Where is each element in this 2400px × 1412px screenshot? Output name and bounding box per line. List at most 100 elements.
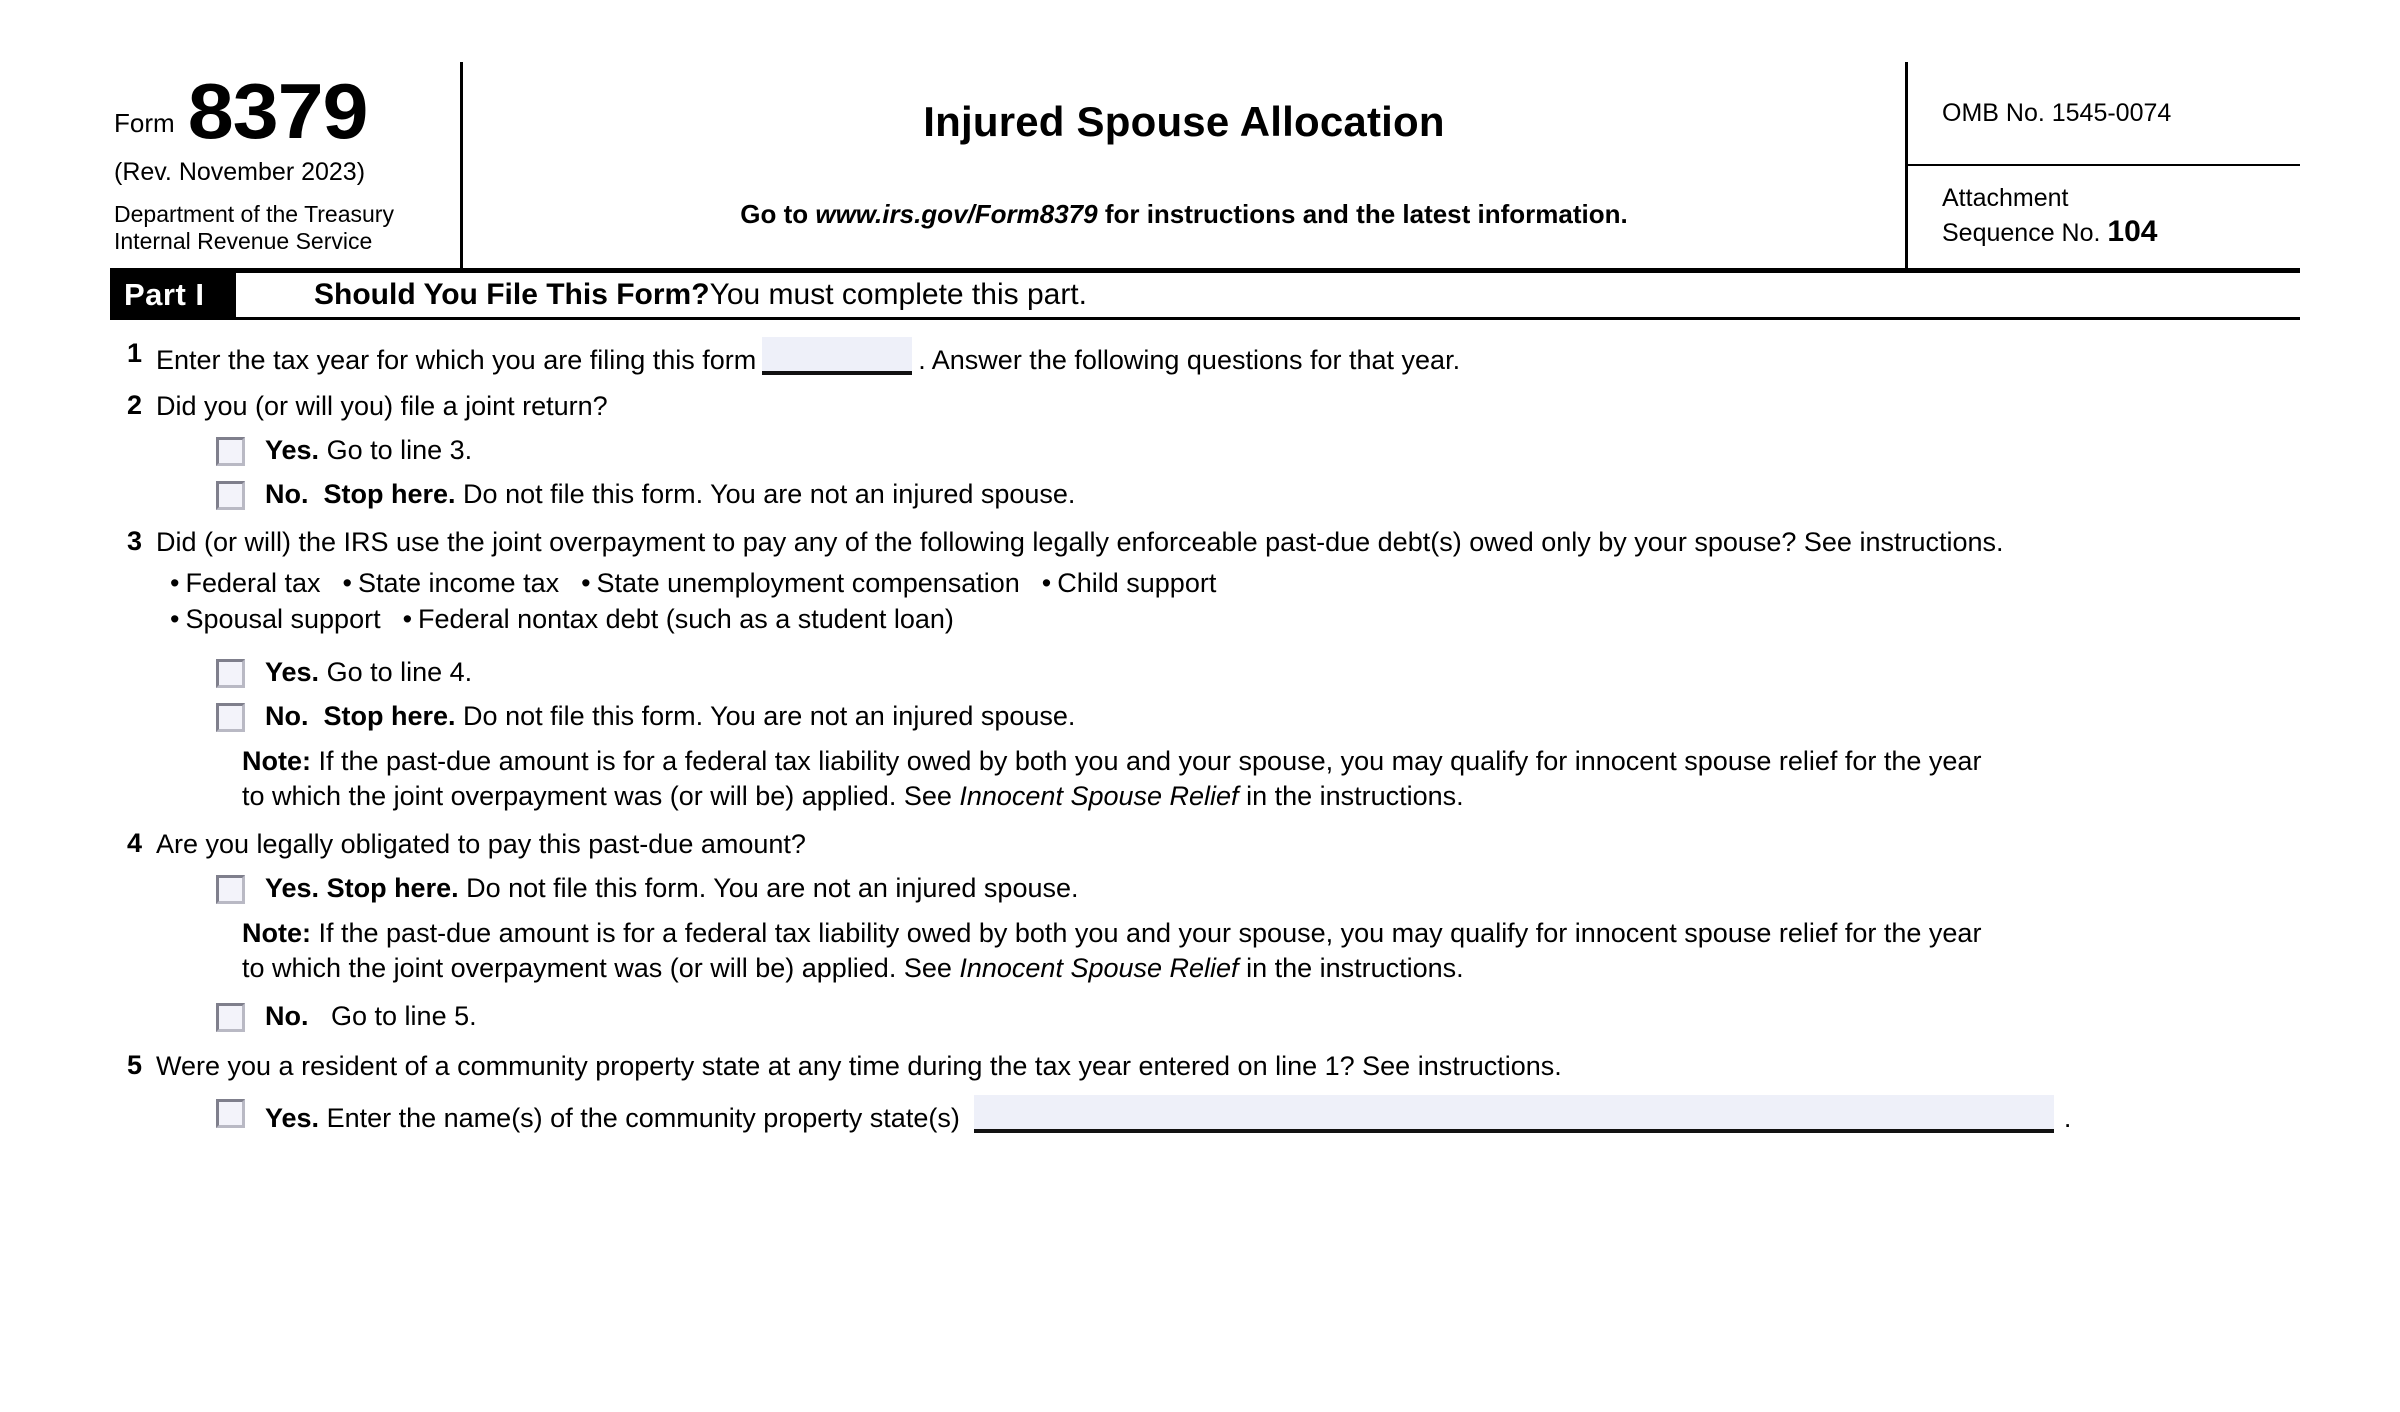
- line-3-yes-bold: Yes.: [265, 656, 320, 687]
- line-3-body: Did (or will) the IRS use the joint over…: [156, 524, 2300, 814]
- bullet-dot-icon: •: [170, 568, 180, 599]
- line-5-trailing-period: .: [2063, 1102, 2072, 1133]
- line-4-note-part-2: in the instructions.: [1238, 953, 1464, 984]
- line-3-no-rest: Do not file this form. You are not an in…: [455, 700, 1076, 731]
- line-5-yes-label: Yes. Enter the name(s) of the community …: [265, 1094, 2072, 1136]
- line-3-note-part-2: in the instructions.: [1238, 780, 1464, 811]
- line-4-question: Are you legally obligated to pay this pa…: [156, 829, 806, 860]
- line-4-yes-stop-here: Stop here.: [326, 873, 459, 904]
- attachment-sequence-number: 104: [2107, 214, 2158, 248]
- line-3-yes-checkbox[interactable]: [216, 658, 245, 688]
- attachment-label-line-1: Attachment: [1942, 184, 2069, 213]
- line-3-bullet-2: State income tax: [357, 568, 560, 599]
- line-2-question: Did you (or will you) file a joint retur…: [156, 391, 608, 422]
- irs-form-8379-page: Form 8379 (Rev. November 2023) Departmen…: [0, 62, 2400, 1412]
- line-4: 4 Are you legally obligated to pay this …: [110, 826, 2300, 1034]
- line-2-yes-bold: Yes.: [265, 435, 320, 466]
- line-5-number: 5: [126, 1049, 142, 1080]
- line-2-no-option[interactable]: No. Stop here. Do not file this form. Yo…: [156, 477, 2300, 512]
- omb-cell: OMB No. 1545-0074: [1908, 62, 2300, 166]
- line-5: 5 Were you a resident of a community pro…: [110, 1048, 2300, 1136]
- line-4-yes-rest: Do not file this form. You are not an in…: [458, 873, 1079, 904]
- line-4-note-label: Note:: [242, 918, 311, 949]
- line-3: 3 Did (or will) the IRS use the joint ov…: [110, 524, 2300, 814]
- bullet-dot-icon: •: [1041, 568, 1052, 599]
- goto-prefix: Go to: [740, 199, 816, 229]
- line-4-yes-option[interactable]: Yes. Stop here. Do not file this form. Y…: [156, 871, 2300, 906]
- line-3-yes-label: Yes. Go to line 4.: [265, 655, 472, 690]
- line-3-bullet-6: Federal nontax debt (such as a student l…: [418, 603, 954, 634]
- part-i-heading-bold: Should You File This Form?: [314, 278, 710, 311]
- line-2-yes-option[interactable]: Yes. Go to line 3.: [156, 433, 2300, 468]
- line-3-number: 3: [126, 526, 142, 557]
- line-5-yes-bold: Yes.: [265, 1102, 320, 1133]
- line-2-no-checkbox[interactable]: [216, 481, 245, 511]
- line-3-bullet-5: Spousal support: [185, 603, 381, 634]
- line-3-note: Note: If the past-due amount is for a fe…: [156, 744, 2002, 814]
- department-line-1: Department of the Treasury: [114, 201, 394, 227]
- form-identity-block: Form 8379 (Rev. November 2023) Departmen…: [110, 62, 460, 268]
- line-2-body: Did you (or will you) file a joint retur…: [156, 388, 2300, 512]
- form-omb-block: OMB No. 1545-0074 Attachment Sequence No…: [1908, 62, 2300, 268]
- line-4-no-checkbox[interactable]: [216, 1003, 245, 1033]
- line-4-no-option[interactable]: No. Go to line 5.: [156, 999, 2300, 1034]
- page-title: Injured Spouse Allocation: [923, 98, 1445, 145]
- line-2-yes-rest: Go to line 3.: [319, 435, 473, 466]
- part-i-heading: Should You File This Form? You must comp…: [236, 273, 2300, 317]
- line-2: 2 Did you (or will you) file a joint ret…: [110, 388, 2300, 512]
- line-4-yes-label: Yes. Stop here. Do not file this form. Y…: [265, 871, 1079, 906]
- line-1: 1 Enter the tax year for which you are f…: [110, 336, 2300, 378]
- line-3-no-checkbox[interactable]: [216, 702, 245, 732]
- line-4-number: 4: [126, 828, 142, 859]
- line-3-bullet-4: Child support: [1057, 568, 1217, 599]
- line-4-yes-bold: Yes.: [265, 873, 320, 904]
- form-lines: 1 Enter the tax year for which you are f…: [110, 320, 2300, 1136]
- line-5-yes-checkbox[interactable]: [216, 1098, 245, 1128]
- line-3-bullets: • Federal tax • State income tax • State unem…: [156, 566, 2300, 636]
- line-1-body: Enter the tax year for which you are fil…: [156, 336, 2300, 378]
- part-i-heading-normal: You must complete this part.: [709, 278, 1087, 311]
- attachment-sequence-cell: Attachment Sequence No. 104: [1908, 166, 2300, 268]
- attachment-label-line-2: Sequence No.: [1942, 218, 2101, 247]
- form-word-label: Form: [114, 108, 175, 138]
- line-3-no-option[interactable]: No. Stop here. Do not file this form. Yo…: [156, 699, 2300, 734]
- line-5-yes-option[interactable]: Yes. Enter the name(s) of the community …: [156, 1094, 2300, 1136]
- form-department: Department of the Treasury Internal Reve…: [110, 201, 444, 255]
- form-goto-line: Go to www.irs.gov/Form8379 for instructi…: [463, 199, 1905, 230]
- tax-year-input[interactable]: [762, 337, 913, 375]
- line-3-yes-rest: Go to line 4.: [319, 656, 473, 687]
- line-3-no-stop-here: Stop here.: [323, 700, 456, 731]
- line-4-yes-checkbox[interactable]: [216, 875, 245, 905]
- line-3-no-bold: No.: [265, 700, 309, 731]
- line-2-no-rest: Do not file this form. You are not an in…: [455, 479, 1076, 510]
- line-4-body: Are you legally obligated to pay this pa…: [156, 826, 2300, 1034]
- bullet-dot-icon: •: [581, 568, 591, 599]
- line-1-text-before: Enter the tax year for which you are fil…: [156, 345, 757, 375]
- line-4-note-italic-reference: Innocent Spouse Relief: [959, 953, 1239, 984]
- line-3-yes-option[interactable]: Yes. Go to line 4.: [156, 655, 2300, 690]
- line-2-yes-checkbox[interactable]: [216, 437, 245, 467]
- line-4-note: Note: If the past-due amount is for a fe…: [156, 916, 2002, 986]
- form-number-row: Form 8379: [110, 62, 444, 156]
- form-number: 8379: [187, 67, 368, 156]
- line-2-yes-label: Yes. Go to line 3.: [265, 433, 472, 468]
- bullet-dot-icon: •: [402, 603, 413, 634]
- line-1-text-after: . Answer the following questions for tha…: [918, 345, 1461, 375]
- omb-number: OMB No. 1545-0074: [1942, 98, 2172, 127]
- line-3-bullet-3: State unemployment compensation: [596, 568, 1020, 599]
- bullet-dot-icon: •: [170, 603, 180, 634]
- line-3-question: Did (or will) the IRS use the joint over…: [156, 527, 2004, 558]
- irs-form-url-link[interactable]: www.irs.gov/Form8379: [815, 199, 1097, 229]
- line-3-no-label: No. Stop here. Do not file this form. Yo…: [265, 699, 1075, 734]
- part-i-tag: Part I: [110, 273, 236, 317]
- line-2-number: 2: [126, 390, 142, 421]
- line-2-no-stop-here: Stop here.: [323, 479, 456, 510]
- bullet-dot-icon: •: [342, 568, 352, 599]
- line-5-question: Were you a resident of a community prope…: [156, 1050, 1562, 1081]
- form-revision-date: (Rev. November 2023): [114, 158, 366, 186]
- line-3-bullets-row-1: • Federal tax • State income tax • State unem…: [170, 566, 2300, 601]
- form-title-block: Injured Spouse Allocation Go to www.irs.…: [460, 62, 1908, 268]
- line-3-bullets-row-2: • Spousal support • Federal nontax debt (su…: [170, 602, 2300, 637]
- community-property-states-input[interactable]: [973, 1094, 2054, 1133]
- line-4-no-rest: Go to line 5.: [323, 1001, 477, 1032]
